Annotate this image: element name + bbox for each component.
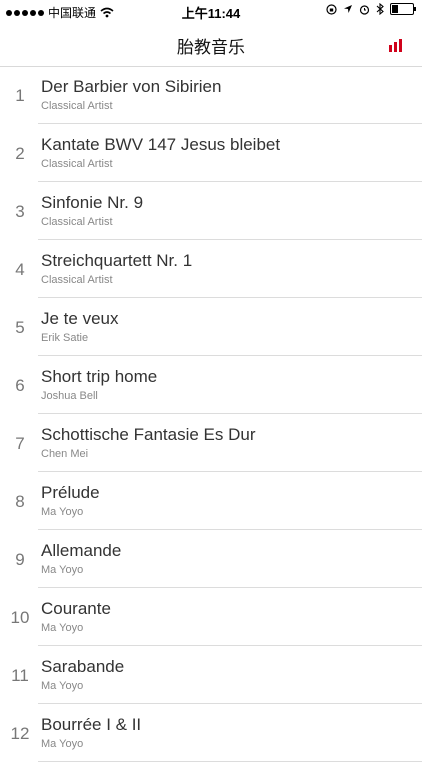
- track-row[interactable]: 1 Der Barbier von Sibirien Classical Artis…: [0, 66, 422, 124]
- track-number: 4: [15, 260, 25, 279]
- track-title: Je te veux: [41, 309, 119, 328]
- track-row[interactable]: 3 Sinfonie Nr. 9 Classical Artist: [0, 182, 422, 240]
- track-title: Sarabande: [41, 657, 125, 676]
- track-artist: Ma Yoyo: [41, 680, 84, 692]
- battery-icon: [390, 3, 416, 15]
- track-number: 11: [11, 666, 29, 685]
- track-artist: Chen Mei: [41, 448, 89, 460]
- track-number: 1: [15, 86, 25, 105]
- location-icon: [344, 5, 352, 13]
- status-bar-right: [326, 3, 416, 15]
- track-row[interactable]: 4 Streichquartett Nr. 1 Classical Artist: [0, 240, 422, 298]
- track-artist: Joshua Bell: [41, 390, 98, 402]
- track-row[interactable]: 8 Prélude Ma Yoyo: [0, 472, 422, 530]
- track-artist: Ma Yoyo: [41, 506, 84, 518]
- track-number: 2: [15, 144, 25, 163]
- track-title: Schottische Fantasie Es Dur: [41, 425, 256, 444]
- track-artist: Ma Yoyo: [41, 622, 84, 634]
- page-title: 胎教音乐: [177, 38, 245, 58]
- orientation-lock-icon: [326, 3, 337, 15]
- track-artist: Classical Artist: [41, 274, 113, 286]
- track-title: Prélude: [41, 483, 100, 502]
- track-artist: Ma Yoyo: [41, 564, 84, 576]
- track-number: 10: [10, 608, 30, 627]
- track-artist: Ma Yoyo: [41, 738, 84, 750]
- track-title: Allemande: [41, 541, 122, 560]
- track-row[interactable]: 11 Sarabande Ma Yoyo: [0, 646, 422, 704]
- track-title: Short trip home: [41, 367, 158, 386]
- track-title: Courante: [41, 599, 111, 618]
- track-row[interactable]: 2 Kantate BWV 147 Jesus bleibet Classical …: [0, 124, 422, 182]
- track-row[interactable]: 10 Courante Ma Yoyo: [0, 588, 422, 646]
- track-title: Sinfonie Nr. 9: [41, 193, 144, 212]
- track-artist: Classical Artist: [41, 158, 113, 170]
- track-artist: Erik Satie: [41, 332, 89, 344]
- track-artist: Classical Artist: [41, 216, 113, 228]
- track-list: 1 Der Barbier von Sibirien Classical Artis…: [0, 66, 422, 762]
- track-row[interactable]: 12 Bourrée I & II Ma Yoyo: [0, 704, 422, 762]
- status-bar: 中国联通 上午11:44: [0, 0, 422, 22]
- track-row[interactable]: 7 Schottische Fantasie Es Dur Chen Mei: [0, 414, 422, 472]
- track-artist: Classical Artist: [41, 100, 113, 112]
- track-number: 3: [15, 202, 25, 221]
- track-row[interactable]: 5 Je te veux Erik Satie: [0, 298, 422, 356]
- alarm-icon: [359, 4, 370, 15]
- navigation-bar: 胎教音乐: [0, 22, 422, 67]
- track-title: Kantate BWV 147 Jesus bleibet: [41, 135, 281, 154]
- track-number: 9: [15, 550, 25, 569]
- track-number: 6: [15, 376, 25, 395]
- track-title: Bourrée I & II: [41, 715, 142, 734]
- track-number: 7: [15, 434, 25, 453]
- track-title: Streichquartett Nr. 1: [41, 251, 193, 270]
- track-row[interactable]: 9 Allemande Ma Yoyo: [0, 530, 422, 588]
- track-number: 12: [10, 724, 30, 743]
- track-number: 8: [15, 492, 25, 511]
- track-title: Der Barbier von Sibirien: [41, 77, 222, 96]
- bluetooth-icon: [376, 3, 384, 15]
- track-row[interactable]: 6 Short trip home Joshua Bell: [0, 356, 422, 414]
- track-number: 5: [15, 318, 25, 337]
- signal-bars-icon[interactable]: [388, 35, 406, 53]
